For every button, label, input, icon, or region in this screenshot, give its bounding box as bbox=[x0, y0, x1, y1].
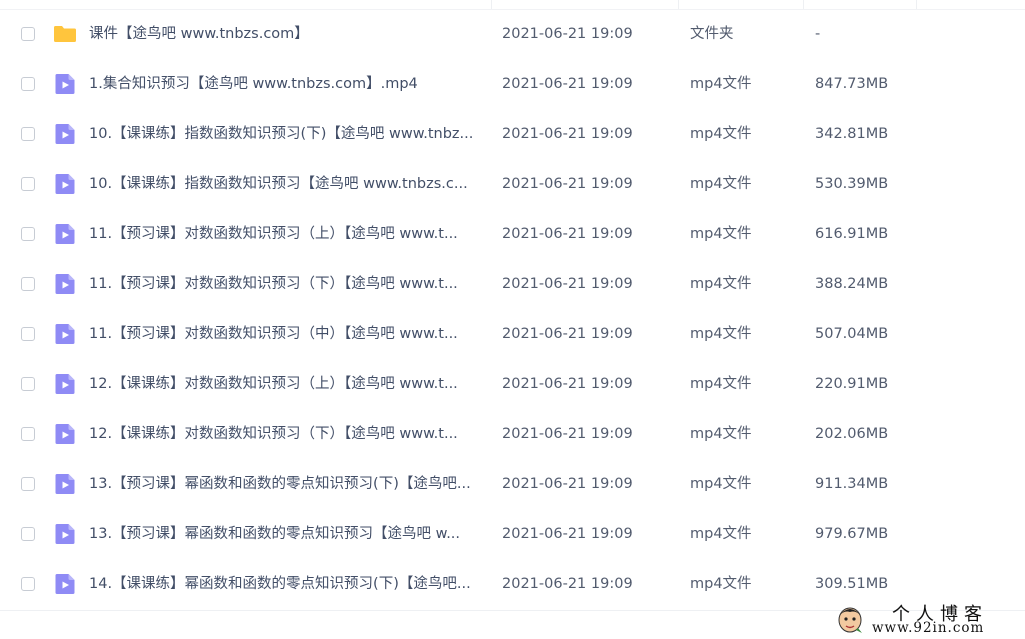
file-row[interactable]: 12.【课课练】对数函数知识预习（上）【途鸟吧 www.t... 2021-06… bbox=[0, 360, 1025, 410]
file-size: 309.51MB bbox=[815, 576, 889, 592]
file-type: mp4文件 bbox=[690, 176, 752, 192]
modified-date: 2021-06-21 19:09 bbox=[502, 76, 633, 92]
column-divider[interactable] bbox=[678, 0, 679, 9]
watermark: 个人博客 www.92in.com bbox=[832, 600, 1022, 638]
modified-date: 2021-06-21 19:09 bbox=[502, 176, 633, 192]
file-name[interactable]: 13.【预习课】幂函数和函数的零点知识预习【途鸟吧 w... bbox=[89, 524, 484, 544]
column-divider[interactable] bbox=[803, 0, 804, 9]
file-name[interactable]: 12.【课课练】对数函数知识预习（下）【途鸟吧 www.t... bbox=[89, 424, 484, 444]
file-name[interactable]: 10.【课课练】指数函数知识预习(下)【途鸟吧 www.tnbz... bbox=[89, 124, 484, 144]
file-type: mp4文件 bbox=[690, 426, 752, 442]
modified-date: 2021-06-21 19:09 bbox=[502, 526, 633, 542]
modified-date: 2021-06-21 19:09 bbox=[502, 426, 633, 442]
file-name[interactable]: 11.【预习课】对数函数知识预习（中）【途鸟吧 www.t... bbox=[89, 324, 484, 344]
file-row[interactable]: 13.【预习课】幂函数和函数的零点知识预习(下)【途鸟吧... 2021-06-… bbox=[0, 460, 1025, 510]
file-type: mp4文件 bbox=[690, 226, 752, 242]
video-file-icon bbox=[53, 422, 77, 446]
file-row[interactable]: 10.【课课练】指数函数知识预习【途鸟吧 www.tnbzs.c... 2021… bbox=[0, 160, 1025, 210]
video-file-icon bbox=[53, 172, 77, 196]
row-checkbox[interactable] bbox=[21, 377, 35, 391]
column-divider[interactable] bbox=[916, 0, 917, 9]
file-name[interactable]: 1.集合知识预习【途鸟吧 www.tnbzs.com】.mp4 bbox=[89, 74, 484, 94]
file-name[interactable]: 11.【预习课】对数函数知识预习（下）【途鸟吧 www.t... bbox=[89, 274, 484, 294]
modified-date: 2021-06-21 19:09 bbox=[502, 276, 633, 292]
file-type: mp4文件 bbox=[690, 576, 752, 592]
row-checkbox[interactable] bbox=[21, 127, 35, 141]
file-type: mp4文件 bbox=[690, 476, 752, 492]
video-file-icon bbox=[53, 572, 77, 596]
video-file-icon bbox=[53, 122, 77, 146]
column-divider[interactable] bbox=[491, 0, 492, 9]
video-file-icon bbox=[53, 322, 77, 346]
file-size: 220.91MB bbox=[815, 376, 889, 392]
file-size: 979.67MB bbox=[815, 526, 889, 542]
modified-date: 2021-06-21 19:09 bbox=[502, 376, 633, 392]
file-list: 课件【途鸟吧 www.tnbzs.com】 2021-06-21 19:09 文… bbox=[0, 10, 1025, 610]
file-size: - bbox=[815, 26, 821, 42]
file-size: 616.91MB bbox=[815, 226, 889, 242]
file-size: 342.81MB bbox=[815, 126, 889, 142]
row-checkbox[interactable] bbox=[21, 277, 35, 291]
file-row[interactable]: 11.【预习课】对数函数知识预习（上）【途鸟吧 www.t... 2021-06… bbox=[0, 210, 1025, 260]
file-row[interactable]: 10.【课课练】指数函数知识预习(下)【途鸟吧 www.tnbz... 2021… bbox=[0, 110, 1025, 160]
file-row[interactable]: 11.【预习课】对数函数知识预习（中）【途鸟吧 www.t... 2021-06… bbox=[0, 310, 1025, 360]
file-size: 507.04MB bbox=[815, 326, 889, 342]
file-size: 202.06MB bbox=[815, 426, 889, 442]
video-file-icon bbox=[53, 522, 77, 546]
file-name[interactable]: 10.【课课练】指数函数知识预习【途鸟吧 www.tnbzs.c... bbox=[89, 174, 484, 194]
video-file-icon bbox=[53, 72, 77, 96]
row-checkbox[interactable] bbox=[21, 577, 35, 591]
file-type: mp4文件 bbox=[690, 326, 752, 342]
modified-date: 2021-06-21 19:09 bbox=[502, 126, 633, 142]
watermark-url: www.92in.com bbox=[872, 620, 985, 636]
folder-icon bbox=[53, 22, 77, 46]
file-type: mp4文件 bbox=[690, 126, 752, 142]
file-type: 文件夹 bbox=[690, 26, 734, 42]
file-row[interactable]: 1.集合知识预习【途鸟吧 www.tnbzs.com】.mp4 2021-06-… bbox=[0, 60, 1025, 110]
row-checkbox[interactable] bbox=[21, 327, 35, 341]
row-checkbox[interactable] bbox=[21, 227, 35, 241]
file-size: 847.73MB bbox=[815, 76, 889, 92]
row-checkbox[interactable] bbox=[21, 177, 35, 191]
row-checkbox[interactable] bbox=[21, 527, 35, 541]
file-name[interactable]: 13.【预习课】幂函数和函数的零点知识预习(下)【途鸟吧... bbox=[89, 474, 484, 494]
file-type: mp4文件 bbox=[690, 526, 752, 542]
avatar bbox=[838, 607, 862, 633]
file-row[interactable]: 11.【预习课】对数函数知识预习（下）【途鸟吧 www.t... 2021-06… bbox=[0, 260, 1025, 310]
file-row[interactable]: 课件【途鸟吧 www.tnbzs.com】 2021-06-21 19:09 文… bbox=[0, 10, 1025, 60]
file-size: 911.34MB bbox=[815, 476, 889, 492]
video-file-icon bbox=[53, 222, 77, 246]
row-checkbox[interactable] bbox=[21, 477, 35, 491]
file-type: mp4文件 bbox=[690, 376, 752, 392]
file-row[interactable]: 13.【预习课】幂函数和函数的零点知识预习【途鸟吧 w... 2021-06-2… bbox=[0, 510, 1025, 560]
file-browser: 课件【途鸟吧 www.tnbzs.com】 2021-06-21 19:09 文… bbox=[0, 0, 1025, 639]
row-checkbox[interactable] bbox=[21, 27, 35, 41]
video-file-icon bbox=[53, 372, 77, 396]
video-file-icon bbox=[53, 272, 77, 296]
modified-date: 2021-06-21 19:09 bbox=[502, 226, 633, 242]
row-checkbox[interactable] bbox=[21, 77, 35, 91]
file-type: mp4文件 bbox=[690, 76, 752, 92]
row-checkbox[interactable] bbox=[21, 427, 35, 441]
modified-date: 2021-06-21 19:09 bbox=[502, 26, 633, 42]
file-row[interactable]: 12.【课课练】对数函数知识预习（下）【途鸟吧 www.t... 2021-06… bbox=[0, 410, 1025, 460]
file-name[interactable]: 课件【途鸟吧 www.tnbzs.com】 bbox=[89, 24, 484, 44]
column-header bbox=[0, 0, 1025, 10]
file-size: 388.24MB bbox=[815, 276, 889, 292]
file-type: mp4文件 bbox=[690, 276, 752, 292]
modified-date: 2021-06-21 19:09 bbox=[502, 476, 633, 492]
modified-date: 2021-06-21 19:09 bbox=[502, 576, 633, 592]
file-size: 530.39MB bbox=[815, 176, 889, 192]
video-file-icon bbox=[53, 472, 77, 496]
file-name[interactable]: 12.【课课练】对数函数知识预习（上）【途鸟吧 www.t... bbox=[89, 374, 484, 394]
file-name[interactable]: 11.【预习课】对数函数知识预习（上）【途鸟吧 www.t... bbox=[89, 224, 484, 244]
modified-date: 2021-06-21 19:09 bbox=[502, 326, 633, 342]
file-name[interactable]: 14.【课课练】幂函数和函数的零点知识预习(下)【途鸟吧... bbox=[89, 574, 484, 594]
